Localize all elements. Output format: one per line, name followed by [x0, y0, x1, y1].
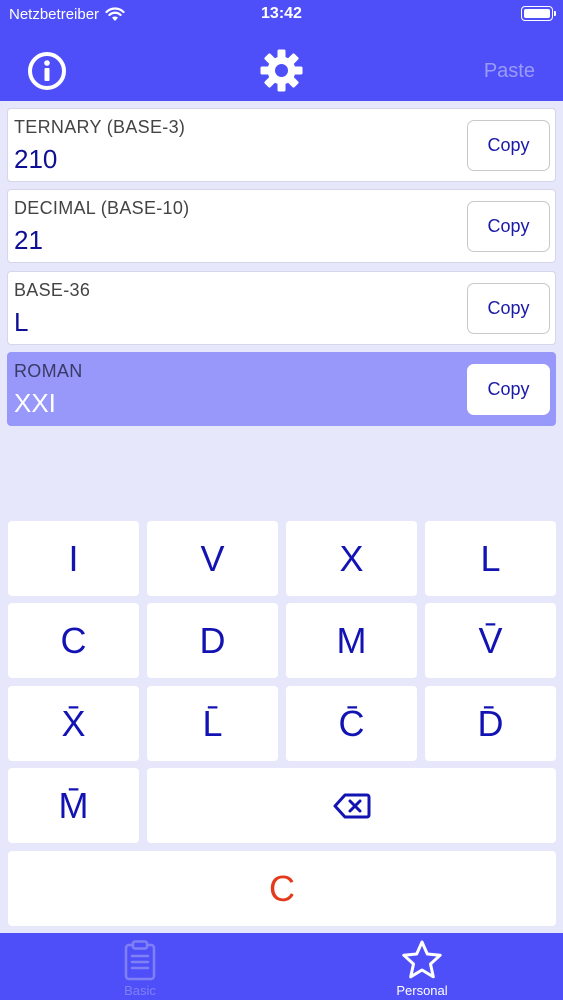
copy-button[interactable]: Copy	[467, 283, 550, 334]
copy-button[interactable]: Copy	[467, 120, 550, 171]
copy-button[interactable]: Copy	[467, 201, 550, 252]
card-value: L	[14, 307, 29, 337]
card-value: 210	[14, 144, 58, 174]
clipboard-icon	[124, 940, 156, 981]
copy-button[interactable]: Copy	[467, 364, 550, 415]
paste-button[interactable]: Paste	[484, 60, 535, 83]
result-card-decimal: DECIMAL (BASE-10) 21 Copy	[7, 189, 556, 263]
key-v-bar[interactable]: V̄	[425, 603, 556, 678]
key-c-bar[interactable]: C̄	[286, 686, 417, 761]
tab-basic[interactable]: Basic	[70, 933, 210, 1000]
status-time: 13:42	[261, 5, 302, 22]
card-label: BASE-36	[14, 280, 91, 300]
card-label: DECIMAL (BASE-10)	[14, 198, 190, 218]
header-bar: Netzbetreiber 13:42 Paste	[0, 0, 563, 101]
backspace-icon	[333, 793, 370, 818]
star-icon	[402, 940, 442, 979]
key-v[interactable]: V	[147, 521, 278, 596]
card-label: TERNARY (BASE-3)	[14, 117, 186, 137]
key-d-bar[interactable]: D̄	[425, 686, 556, 761]
key-l-bar[interactable]: L̄	[147, 686, 278, 761]
tab-label: Basic	[124, 983, 156, 998]
clear-button[interactable]: C	[8, 851, 556, 926]
tab-label: Personal	[396, 983, 448, 998]
card-label: ROMAN	[14, 361, 83, 381]
tab-bar: Basic Personal	[0, 933, 563, 1000]
key-m[interactable]: M	[286, 603, 417, 678]
key-c[interactable]: C	[8, 603, 139, 678]
info-icon[interactable]	[27, 51, 67, 91]
key-l[interactable]: L	[425, 521, 556, 596]
result-card-base36: BASE-36 L Copy	[7, 271, 556, 345]
key-i[interactable]: I	[8, 521, 139, 596]
result-card-roman[interactable]: ROMAN XXI Copy	[7, 352, 556, 426]
gear-icon[interactable]	[260, 49, 303, 92]
card-value: 21	[14, 225, 43, 255]
key-d[interactable]: D	[147, 603, 278, 678]
tab-personal[interactable]: Personal	[352, 933, 492, 1000]
key-x-bar[interactable]: X̄	[8, 686, 139, 761]
backspace-button[interactable]	[147, 768, 556, 843]
battery-icon	[521, 6, 556, 21]
result-card-ternary: TERNARY (BASE-3) 210 Copy	[7, 108, 556, 182]
key-x[interactable]: X	[286, 521, 417, 596]
card-value: XXI	[14, 388, 56, 418]
key-m-bar[interactable]: M̄	[8, 768, 139, 843]
